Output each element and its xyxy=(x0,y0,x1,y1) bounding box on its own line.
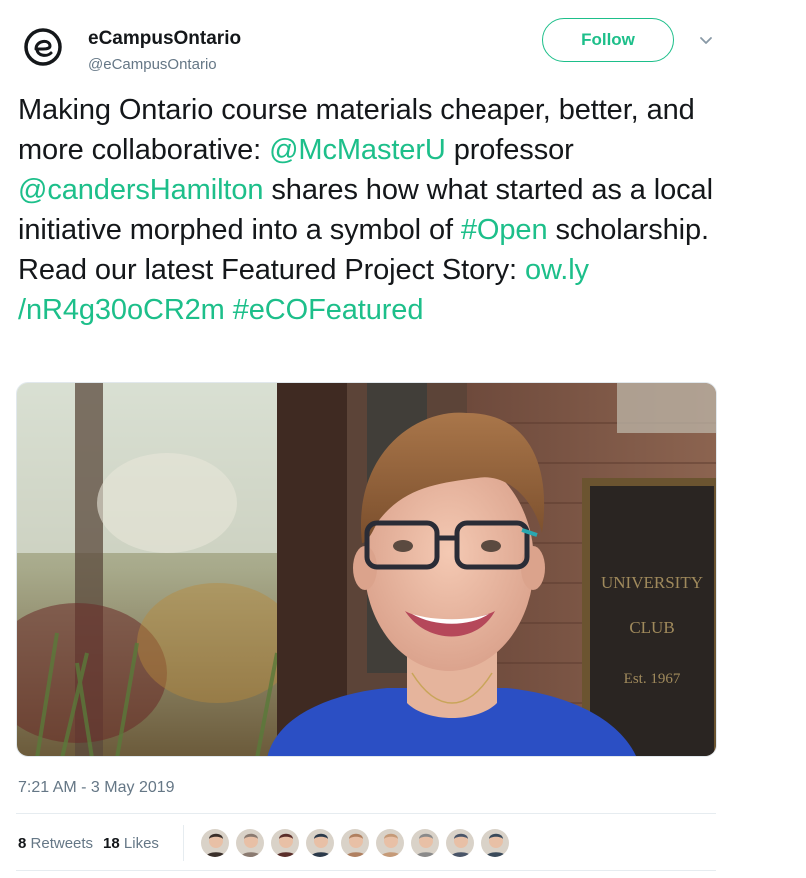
follow-button[interactable]: Follow xyxy=(542,18,674,62)
chevron-down-icon[interactable] xyxy=(696,30,716,50)
tweet-text-part xyxy=(225,294,233,326)
ecampus-logo-icon[interactable] xyxy=(23,27,63,67)
stats-separator xyxy=(182,825,184,861)
liker-avatar[interactable] xyxy=(304,828,335,858)
liker-avatar[interactable] xyxy=(374,828,405,858)
retweets-count: 8 xyxy=(18,834,27,852)
tweet-stats: 8 Retweets 18 Likes xyxy=(18,823,515,863)
retweets-label: Retweets xyxy=(30,834,94,852)
tweet-header: eCampusOntario @eCampusOntario Follow xyxy=(18,14,718,74)
hashtag-ecofeatured-link[interactable]: #eCOFeatured xyxy=(233,294,424,326)
divider xyxy=(16,870,716,871)
photo-illustration: UNIVERSITY CLUB Est. 1967 xyxy=(17,383,716,756)
likers-avatars xyxy=(199,828,515,858)
sign-line-3: Est. 1967 xyxy=(624,671,681,687)
likes-label: Likes xyxy=(123,834,159,852)
liker-avatar[interactable] xyxy=(444,828,475,858)
divider xyxy=(16,813,716,814)
tweet-text: Making Ontario course materials cheaper,… xyxy=(18,90,738,330)
likes-count: 18 xyxy=(103,834,120,852)
liker-avatar[interactable] xyxy=(234,828,265,858)
liker-avatar[interactable] xyxy=(409,828,440,858)
tweet-text-part: professor xyxy=(445,134,574,166)
sign-line-1: UNIVERSITY xyxy=(601,573,703,592)
liker-avatar[interactable] xyxy=(269,828,300,858)
retweets-stat[interactable]: 8 Retweets xyxy=(18,835,93,852)
sign-line-2: CLUB xyxy=(629,618,674,637)
liker-avatar[interactable] xyxy=(199,828,230,858)
mention-candershamilton-link[interactable]: @candersHamilton xyxy=(18,174,264,206)
mention-mcmasteru-link[interactable]: @McMasterU xyxy=(269,134,446,166)
author-handle[interactable]: @eCampusOntario xyxy=(88,56,217,73)
tweet-timestamp[interactable]: 7:21 AM - 3 May 2019 xyxy=(18,779,175,797)
hashtag-open-link[interactable]: #Open xyxy=(461,214,548,246)
author-name[interactable]: eCampusOntario xyxy=(88,28,241,50)
liker-avatar[interactable] xyxy=(339,828,370,858)
liker-avatar[interactable] xyxy=(479,828,510,858)
likes-stat[interactable]: 18 Likes xyxy=(103,835,159,852)
tweet-photo[interactable]: UNIVERSITY CLUB Est. 1967 xyxy=(16,382,717,757)
